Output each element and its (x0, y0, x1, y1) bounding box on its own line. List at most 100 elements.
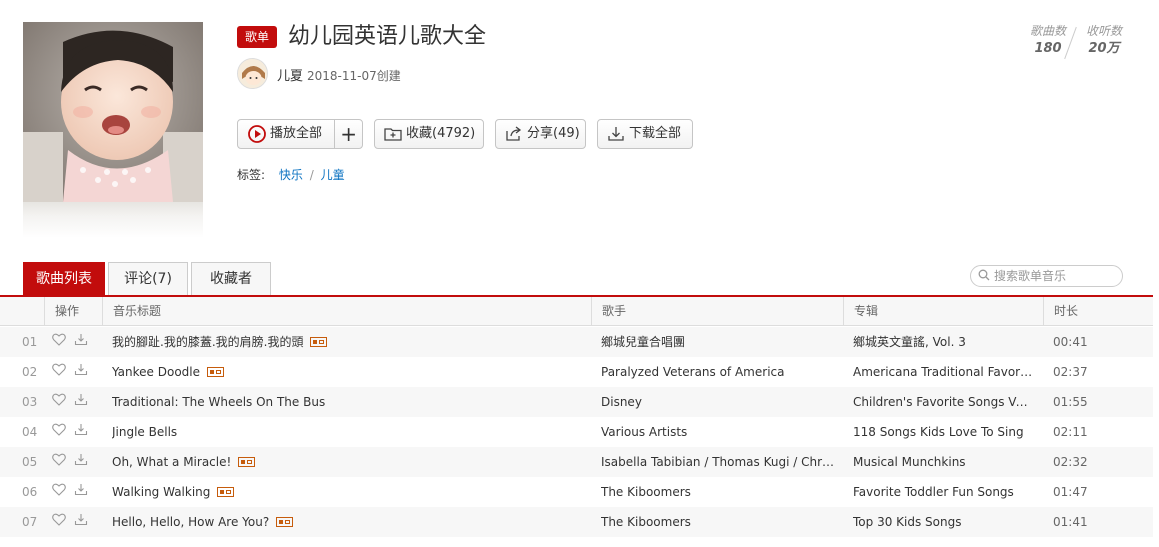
playlist-title: 幼儿园英语儿歌大全 (288, 24, 487, 49)
download-icon[interactable] (74, 447, 88, 477)
song-album[interactable]: Musical Munchkins (853, 447, 1033, 477)
mv-icon[interactable] (276, 517, 294, 527)
share-label: 分享(49) (527, 126, 580, 141)
song-title[interactable]: Yankee Doodle (112, 357, 200, 387)
row-actions (52, 477, 96, 507)
download-icon[interactable] (74, 477, 88, 507)
song-album[interactable]: Children's Favorite Songs Volu… (853, 387, 1033, 417)
heart-icon[interactable] (52, 387, 66, 417)
download-all-button[interactable]: 下载全部 (597, 119, 693, 149)
row-actions (52, 507, 96, 537)
created-date: 2018-11-07创建 (307, 69, 401, 83)
heart-icon[interactable] (52, 357, 66, 387)
song-artist[interactable]: 鄉城兒童合唱團 (601, 327, 836, 357)
creator-name[interactable]: 儿夏 (277, 65, 303, 84)
song-album[interactable]: Top 30 Kids Songs (853, 507, 1033, 537)
search-icon (978, 269, 990, 284)
download-icon[interactable] (74, 417, 88, 447)
song-title[interactable]: Jingle Bells (112, 417, 177, 447)
song-title[interactable]: Walking Walking (112, 477, 210, 507)
table-row[interactable]: 04 Jingle Bells Various Artists 118 Songs K… (0, 417, 1153, 447)
tag-link-children[interactable]: 儿童 (321, 168, 345, 182)
header-duration: 时长 (1043, 297, 1153, 326)
song-album[interactable]: Favorite Toddler Fun Songs (853, 477, 1033, 507)
table-row[interactable]: 06 Walking Walking The Kiboomers Favorite T… (0, 477, 1153, 507)
song-title-cell: Yankee Doodle (112, 357, 582, 387)
song-duration: 00:41 (1053, 335, 1088, 349)
song-artist[interactable]: Isabella Tabibian / Thomas Kugi / Christ… (601, 447, 836, 477)
table-row[interactable]: 01 我的腳趾.我的膝蓋.我的肩膀.我的頭 鄉城兒童合唱團 鄉城英文童謠, Vol. … (0, 327, 1153, 357)
heart-icon[interactable] (52, 507, 66, 537)
tab-subscribers[interactable]: 收藏者 (191, 262, 271, 295)
download-all-label: 下载全部 (629, 126, 682, 141)
download-icon[interactable] (74, 387, 88, 417)
search-input[interactable] (994, 269, 1119, 283)
song-title[interactable]: Hello, Hello, How Are You? (112, 507, 269, 537)
playlist-cover (23, 22, 203, 202)
table-row[interactable]: 05 Oh, What a Miracle! Isabella Tabibian /… (0, 447, 1153, 477)
song-duration: 01:47 (1053, 485, 1088, 499)
track-number: 02 (22, 365, 38, 379)
song-title[interactable]: Traditional: The Wheels On The Bus (112, 387, 325, 417)
track-number: 01 (22, 335, 38, 349)
row-actions (52, 327, 96, 357)
mv-icon[interactable] (217, 487, 235, 497)
play-all-button[interactable]: 播放全部 (238, 120, 336, 148)
add-to-queue-button[interactable]: + (335, 120, 362, 148)
song-artist[interactable]: Paralyzed Veterans of America (601, 357, 836, 387)
table-row[interactable]: 02 Yankee Doodle Paralyzed Veterans of Ame… (0, 357, 1153, 387)
share-button[interactable]: 分享(49) (495, 119, 586, 149)
collect-label: 收藏(4792) (406, 126, 476, 141)
song-album[interactable]: 118 Songs Kids Love To Sing (853, 417, 1033, 447)
play-all-group: 播放全部 + (237, 119, 363, 149)
mv-icon[interactable] (238, 457, 256, 467)
song-artist[interactable]: The Kiboomers (601, 507, 836, 537)
song-duration: 02:11 (1053, 425, 1088, 439)
download-icon[interactable] (74, 357, 88, 387)
track-number: 05 (22, 455, 38, 469)
song-title-cell: Hello, Hello, How Are You? (112, 507, 582, 537)
song-title[interactable]: 我的腳趾.我的膝蓋.我的肩膀.我的頭 (112, 327, 303, 357)
heart-icon[interactable] (52, 477, 66, 507)
table-row[interactable]: 03 Traditional: The Wheels On The Bus Disn… (0, 387, 1153, 417)
tab-bar: 歌曲列表 评论(7) 收藏者 (23, 262, 274, 296)
header-ops: 操作 (44, 297, 102, 326)
track-number: 04 (22, 425, 38, 439)
download-icon (606, 124, 626, 144)
song-title[interactable]: Oh, What a Miracle! (112, 447, 231, 477)
mv-icon[interactable] (207, 367, 224, 377)
song-artist[interactable]: Various Artists (601, 417, 836, 447)
song-album[interactable]: Americana Traditional Favorites (853, 357, 1033, 387)
share-icon (504, 124, 524, 144)
play-count-value: 20万 (1088, 41, 1120, 56)
play-count: 收听数 20万 (1086, 24, 1122, 60)
song-title-cell: Oh, What a Miracle! (112, 447, 582, 477)
tag-link-happy[interactable]: 快乐 (279, 168, 303, 182)
song-artist[interactable]: The Kiboomers (601, 477, 836, 507)
mv-icon[interactable] (310, 337, 328, 347)
collect-button[interactable]: 收藏(4792) (374, 119, 484, 149)
song-title-cell: 我的腳趾.我的膝蓋.我的肩膀.我的頭 (112, 327, 582, 357)
row-actions (52, 387, 96, 417)
tag-separator: / (309, 168, 314, 182)
row-actions (52, 447, 96, 477)
song-title-cell: Walking Walking (112, 477, 582, 507)
creator-avatar[interactable] (237, 58, 268, 89)
song-album[interactable]: 鄉城英文童謠, Vol. 3 (853, 327, 1033, 357)
heart-icon[interactable] (52, 417, 66, 447)
song-count: 歌曲数 180 (1030, 24, 1066, 60)
song-count-label: 歌曲数 (1030, 24, 1067, 38)
heart-icon[interactable] (52, 447, 66, 477)
tab-comments[interactable]: 评论(7) (108, 262, 188, 295)
song-duration: 01:41 (1053, 515, 1088, 529)
download-icon[interactable] (74, 327, 88, 357)
heart-icon[interactable] (52, 327, 66, 357)
song-duration: 02:32 (1053, 455, 1088, 469)
cover-reflection (23, 202, 203, 238)
header-album: 专辑 (843, 297, 1043, 326)
table-row[interactable]: 07 Hello, Hello, How Are You? The Kiboomer… (0, 507, 1153, 537)
tab-song-list[interactable]: 歌曲列表 (23, 262, 105, 296)
table-header: 操作 音乐标题 歌手 专辑 时长 (0, 297, 1153, 326)
song-artist[interactable]: Disney (601, 387, 836, 417)
download-icon[interactable] (74, 507, 88, 537)
